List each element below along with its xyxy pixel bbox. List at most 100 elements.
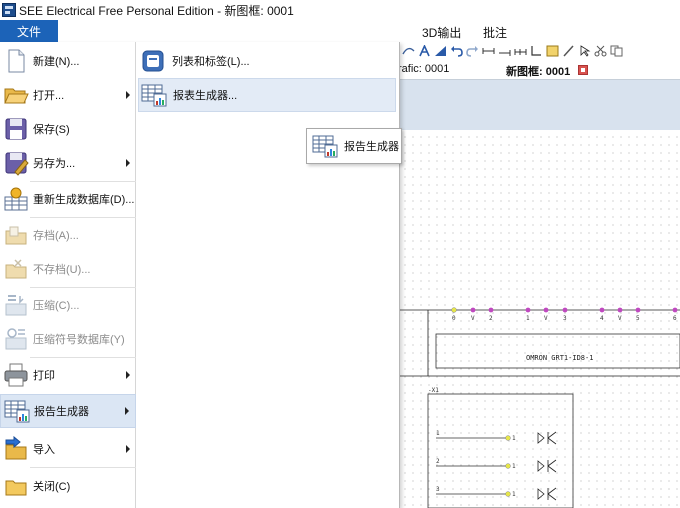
menu-item-save[interactable]: 保存(S) bbox=[0, 112, 136, 146]
rebuild-database-icon bbox=[3, 186, 29, 212]
new-document-icon bbox=[3, 48, 29, 74]
menu-item-compress-symbol-db[interactable]: 压缩符号数据库(Y) bbox=[0, 322, 136, 356]
archive-icon bbox=[3, 222, 29, 248]
tab-3d-output[interactable]: 3D输出 bbox=[422, 24, 461, 41]
printer-icon bbox=[3, 362, 29, 388]
menu-item-label: 报告生成器 bbox=[34, 406, 89, 418]
menu-item-label: 压缩(C)... bbox=[33, 300, 80, 312]
menu-item-label: 打印 bbox=[33, 370, 55, 382]
save-icon bbox=[3, 116, 29, 142]
document-tabs: rafic: 0001 新图框: 0001 bbox=[398, 60, 680, 80]
menu-item-close[interactable]: 关闭(C) bbox=[0, 469, 136, 503]
copy-icon[interactable] bbox=[610, 45, 623, 57]
menu-separator bbox=[30, 467, 136, 468]
toolbar bbox=[398, 42, 680, 60]
menu-item-label: 导入 bbox=[33, 444, 55, 456]
pin-label: 1 bbox=[512, 435, 516, 442]
menu-item-report-generator[interactable]: 报告生成器 bbox=[0, 394, 136, 428]
component-tag: -X1 bbox=[428, 387, 439, 394]
line-corner-icon[interactable] bbox=[530, 45, 543, 57]
terminal-label: 0 bbox=[452, 315, 456, 322]
menu-item-label: 重新生成数据库(D)... bbox=[33, 194, 135, 206]
pointer-icon[interactable] bbox=[578, 45, 591, 57]
close-folder-icon bbox=[3, 473, 29, 499]
close-tab-icon[interactable] bbox=[578, 65, 588, 75]
dimension-align-icon[interactable] bbox=[498, 45, 511, 57]
menu-item-label: 不存档(U)... bbox=[33, 264, 91, 276]
text-box-icon[interactable] bbox=[546, 45, 559, 57]
list-labels-icon bbox=[140, 48, 166, 74]
menu-item-label: 存档(A)... bbox=[33, 230, 79, 242]
document-tab-grafic[interactable]: rafic: 0001 bbox=[398, 63, 449, 75]
submenu-item-label: 报表生成器... bbox=[173, 90, 238, 102]
tooltip-label: 报告生成器 bbox=[344, 141, 399, 153]
drawing-canvas[interactable]: 0 V 2 1 V 3 4 V 5 6 OMRON GRT1-ID8-1 -X1 bbox=[398, 130, 680, 508]
menu-item-label: 关闭(C) bbox=[33, 481, 71, 493]
submenu-item-label: 列表和标签(L)... bbox=[172, 56, 250, 68]
document-tab-new-frame[interactable]: 新图框: 0001 bbox=[506, 63, 570, 79]
terminal-label: V bbox=[471, 315, 475, 322]
row-number: 1 bbox=[436, 430, 440, 437]
report-submenu: 列表和标签(L)... 报表生成器... bbox=[136, 42, 398, 508]
menu-item-label: 压缩符号数据库(Y) bbox=[33, 334, 125, 346]
terminal-label: 1 bbox=[526, 315, 530, 322]
terminal-label: 2 bbox=[489, 315, 493, 322]
report-generator-icon bbox=[4, 398, 30, 424]
pen-icon[interactable] bbox=[562, 45, 575, 57]
menu-item-save-as[interactable]: 另存为... bbox=[0, 146, 136, 180]
submenu-arrow-icon bbox=[125, 407, 129, 415]
menu-item-label: 保存(S) bbox=[33, 124, 70, 136]
redo-icon[interactable] bbox=[466, 45, 479, 57]
report-generator-tooltip: 报告生成器 bbox=[306, 128, 402, 164]
submenu-arrow-icon bbox=[126, 159, 130, 167]
import-icon bbox=[3, 436, 29, 462]
text-style-icon[interactable] bbox=[434, 45, 447, 57]
submenu-item-report-builder[interactable]: 报表生成器... bbox=[138, 78, 396, 112]
submenu-arrow-icon bbox=[126, 445, 130, 453]
file-menu-commands: 新建(N)... 打开... 保存(S) 另存为... 重新生成数据库(D)..… bbox=[0, 42, 136, 508]
tab-annotation[interactable]: 批注 bbox=[483, 24, 507, 41]
terminal-label: V bbox=[544, 315, 548, 322]
pin-label: 1 bbox=[512, 491, 516, 498]
menu-item-label: 新建(N)... bbox=[33, 56, 80, 68]
menu-item-print[interactable]: 打印 bbox=[0, 358, 136, 392]
menu-item-label: 另存为... bbox=[33, 158, 76, 170]
text-a-icon[interactable] bbox=[418, 45, 431, 57]
app-icon bbox=[2, 3, 16, 17]
compress-icon bbox=[3, 292, 29, 318]
device-box bbox=[435, 333, 680, 369]
compress-symbol-db-icon bbox=[3, 326, 29, 352]
menu-item-label: 打开... bbox=[33, 90, 65, 102]
row-number: 2 bbox=[436, 458, 440, 465]
file-tab[interactable]: 文件 bbox=[0, 20, 58, 42]
dimension-chain-icon[interactable] bbox=[514, 45, 527, 57]
unarchive-icon bbox=[3, 256, 29, 282]
input-rows bbox=[436, 431, 557, 501]
window-title: SEE Electrical Free Personal Edition - 新… bbox=[19, 3, 294, 18]
terminal-label: 5 bbox=[636, 315, 640, 322]
open-folder-icon bbox=[3, 82, 29, 108]
file-menu: 新建(N)... 打开... 保存(S) 另存为... 重新生成数据库(D)..… bbox=[0, 42, 400, 508]
submenu-item-lists-labels[interactable]: 列表和标签(L)... bbox=[138, 44, 396, 78]
menu-item-import[interactable]: 导入 bbox=[0, 432, 136, 466]
arc-icon[interactable] bbox=[402, 45, 415, 57]
terminal-label: V bbox=[618, 315, 622, 322]
menu-item-new[interactable]: 新建(N)... bbox=[0, 44, 136, 78]
terminal-label: 4 bbox=[600, 315, 604, 322]
cut-icon[interactable] bbox=[594, 45, 607, 57]
submenu-arrow-icon bbox=[126, 371, 130, 379]
submenu-arrow-icon bbox=[126, 91, 130, 99]
schematic-drawing: 0 V 2 1 V 3 4 V 5 6 OMRON GRT1-ID8-1 -X1 bbox=[398, 307, 680, 508]
menu-item-compress[interactable]: 压缩(C)... bbox=[0, 288, 136, 322]
report-generator-icon bbox=[312, 133, 338, 159]
dimension-icon[interactable] bbox=[482, 45, 495, 57]
menu-item-unarchive[interactable]: 不存档(U)... bbox=[0, 252, 136, 286]
menu-item-rebuild-database[interactable]: 重新生成数据库(D)... bbox=[0, 182, 136, 216]
undo-icon[interactable] bbox=[450, 45, 463, 57]
row-number: 3 bbox=[436, 486, 440, 493]
terminal-label: 3 bbox=[563, 315, 567, 322]
menu-item-archive[interactable]: 存档(A)... bbox=[0, 218, 136, 252]
menu-item-open[interactable]: 打开... bbox=[0, 78, 136, 112]
component-box bbox=[427, 393, 574, 508]
device-label: OMRON GRT1-ID8-1 bbox=[526, 354, 593, 362]
